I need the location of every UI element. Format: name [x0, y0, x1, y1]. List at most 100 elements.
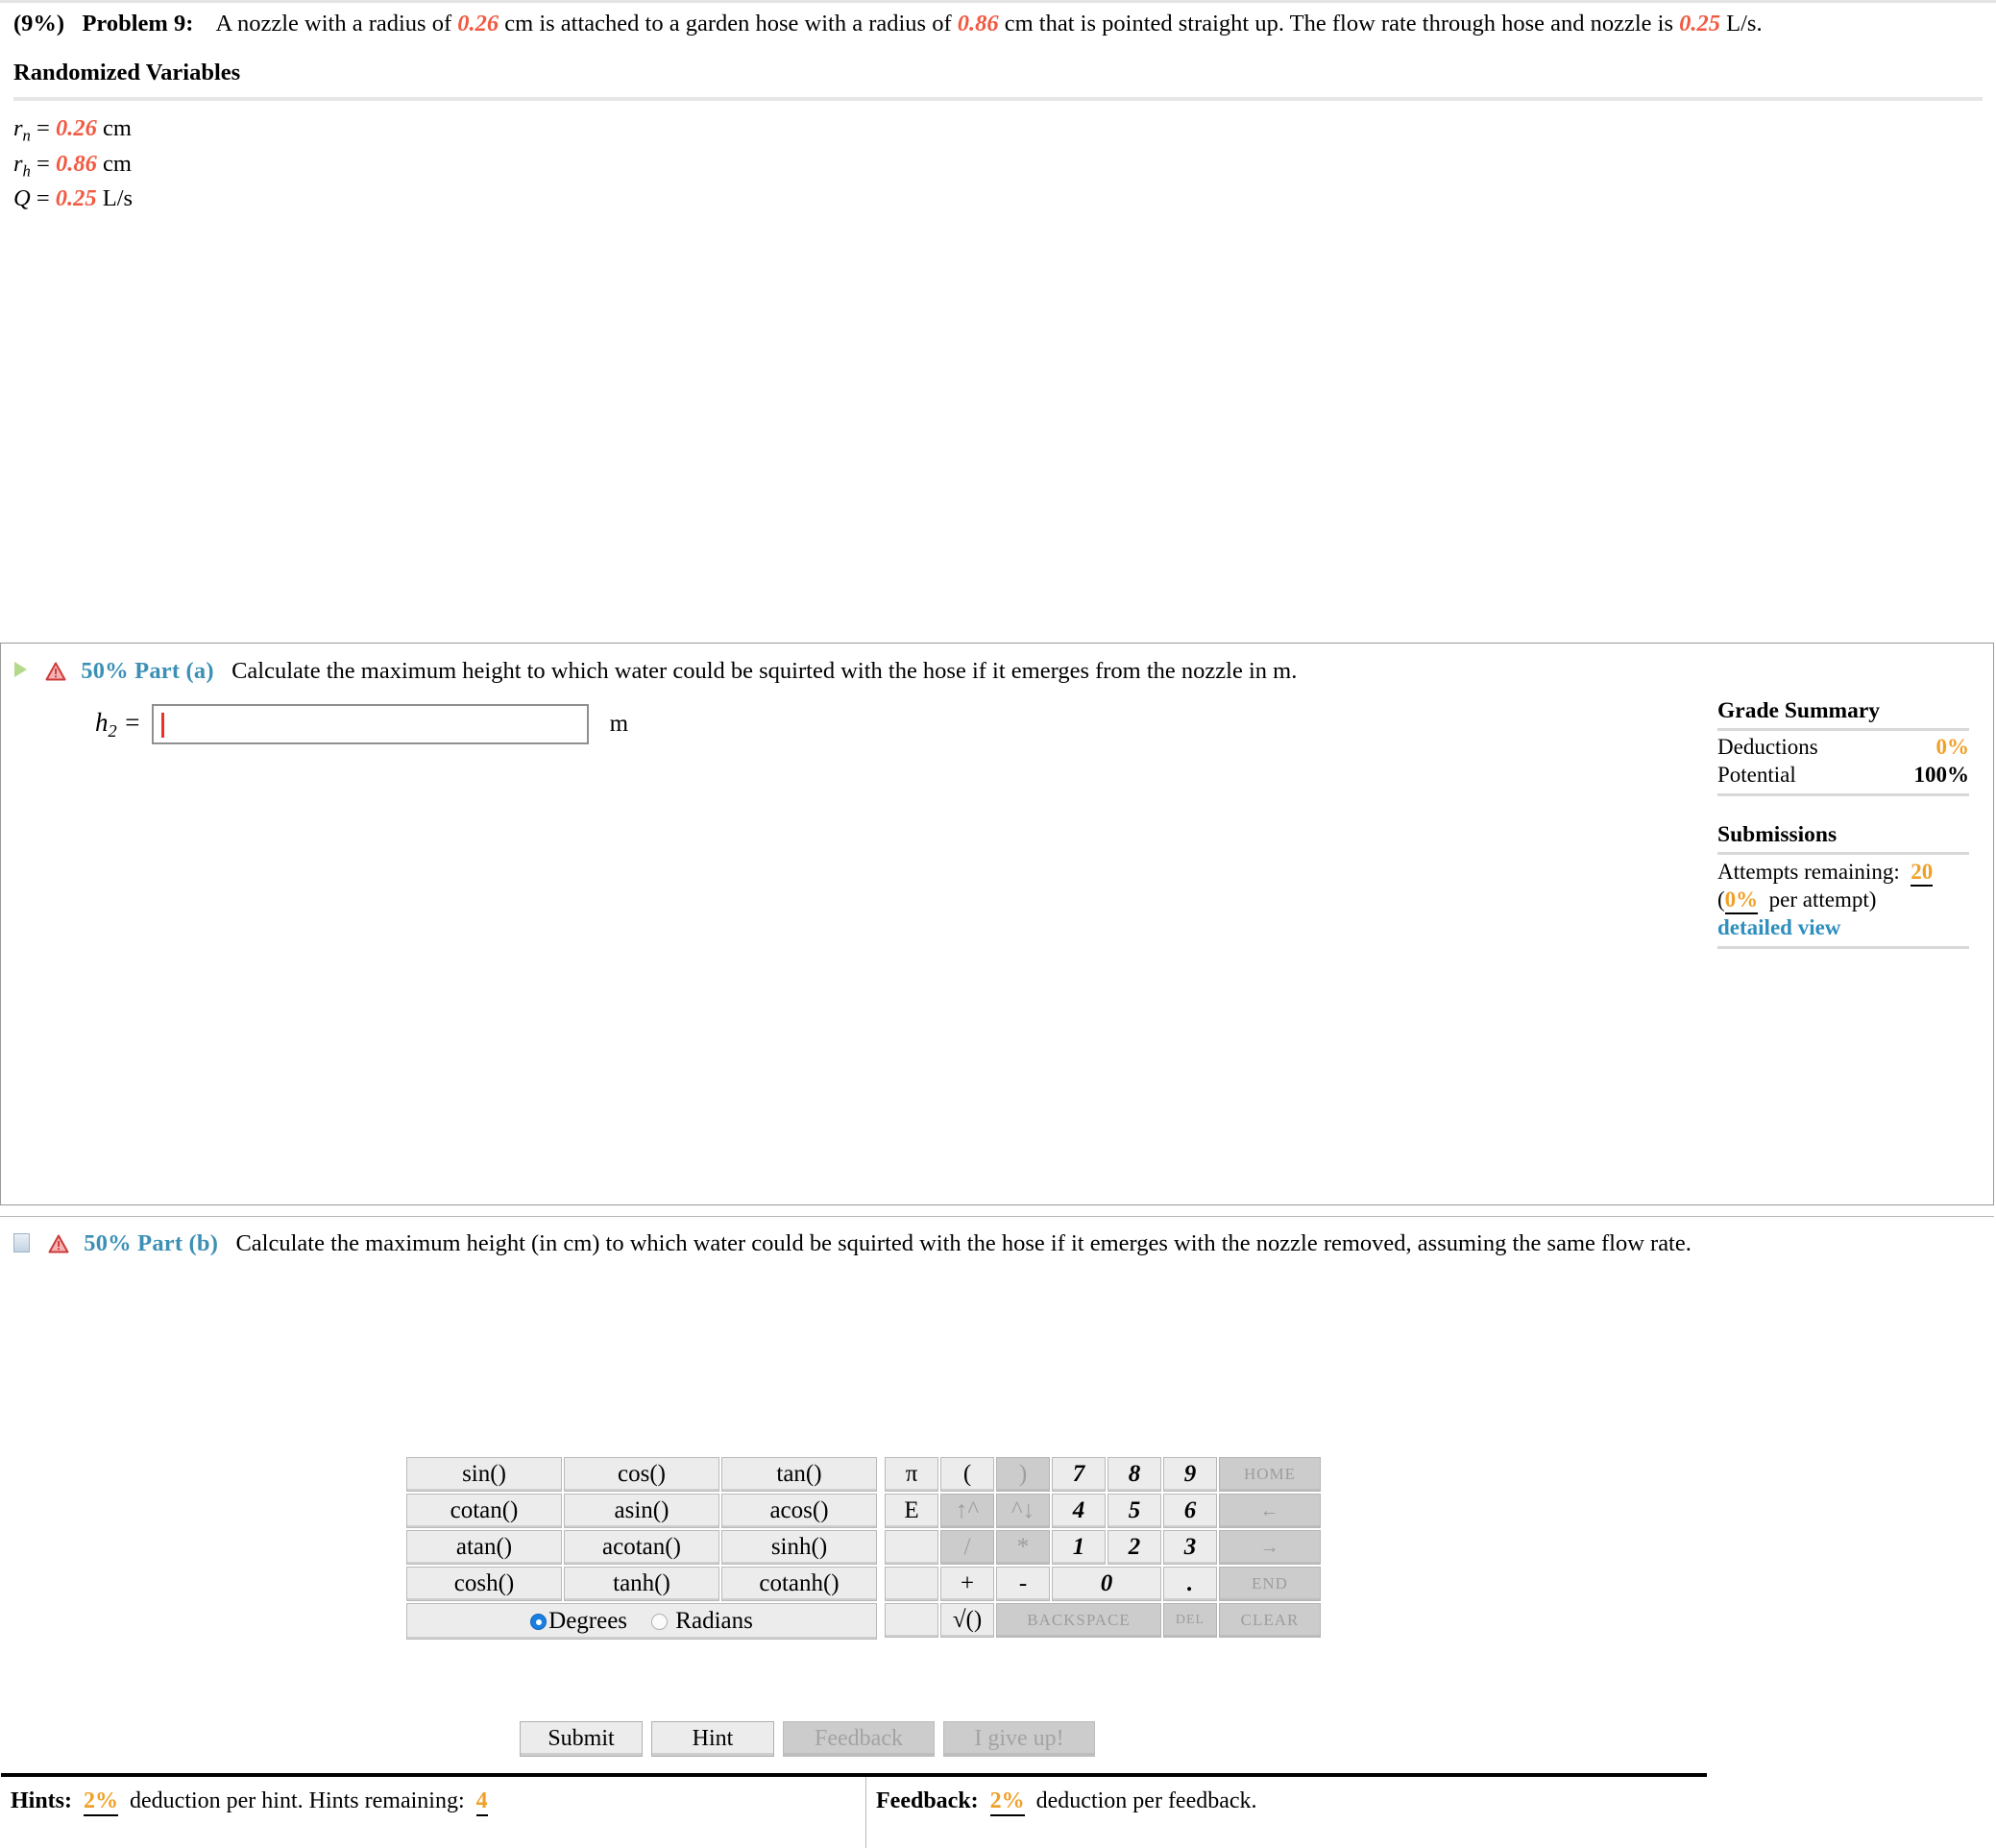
per-attempt-value: 0% — [1724, 887, 1759, 914]
detailed-view-row: detailed view — [1717, 913, 1969, 941]
give-up-button: I give up! — [943, 1721, 1095, 1757]
calc-key-2[interactable]: 2 — [1108, 1530, 1161, 1565]
calc-key-divide: / — [940, 1530, 994, 1565]
detailed-view-link[interactable]: detailed view — [1717, 915, 1840, 939]
part-a-prompt: Calculate the maximum height to which wa… — [231, 658, 1298, 684]
calc-key-arrow-left: ← — [1219, 1494, 1321, 1528]
deductions-value: 0% — [1935, 735, 1970, 759]
table-row: + - 0 . END — [885, 1567, 1321, 1601]
radians-radio-option[interactable]: Radians — [651, 1608, 753, 1634]
calc-key-3[interactable]: 3 — [1163, 1530, 1217, 1565]
divider — [1717, 945, 1969, 949]
calc-key-0[interactable]: 0 — [1052, 1567, 1161, 1601]
problem-text-3: cm that is pointed straight up. The flow… — [1004, 11, 1674, 36]
variable-unit: cm — [102, 150, 132, 177]
problem-value-flow-rate: 0.25 — [1679, 11, 1721, 36]
per-attempt-suffix: per attempt) — [1768, 887, 1877, 912]
angle-mode-row: Degrees Radians — [406, 1603, 877, 1640]
degrees-radio-option[interactable]: Degrees — [530, 1608, 627, 1634]
calc-key-cosh[interactable]: cosh() — [406, 1567, 562, 1601]
text-caret — [160, 713, 164, 739]
calc-key-1[interactable]: 1 — [1052, 1530, 1106, 1565]
variable-row: rh = 0.86 cm — [13, 148, 1983, 182]
calc-key-decimal-point[interactable]: . — [1163, 1567, 1217, 1601]
submissions-title: Submissions — [1717, 821, 1838, 847]
table-row: Degrees Radians — [406, 1603, 877, 1640]
calc-key-backspace: BACKSPACE — [996, 1603, 1161, 1638]
calc-key-pi[interactable]: π — [885, 1457, 938, 1492]
table-row: √() BACKSPACE DEL CLEAR — [885, 1603, 1321, 1638]
variable-equals: = — [36, 184, 50, 211]
hints-label: Hints: — [11, 1788, 73, 1813]
calc-key-8[interactable]: 8 — [1108, 1457, 1161, 1492]
calc-key-acos[interactable]: acos() — [721, 1494, 877, 1528]
calc-key-minus[interactable]: - — [996, 1567, 1050, 1601]
attempts-remaining-label: Attempts remaining: — [1717, 859, 1900, 884]
radians-label: Radians — [675, 1608, 753, 1634]
table-row: sin() cos() tan() — [406, 1457, 877, 1492]
calc-key-tanh[interactable]: tanh() — [564, 1567, 719, 1601]
part-b-header[interactable]: 50% Part (b) Calculate the maximum heigh… — [0, 1216, 1994, 1259]
calc-key-cos[interactable]: cos() — [564, 1457, 719, 1492]
problem-label: Problem 9: — [82, 11, 194, 36]
feedback-cell: Feedback: 2% deduction per feedback. — [866, 1777, 1707, 1848]
calc-key-cotan[interactable]: cotan() — [406, 1494, 562, 1528]
hint-button[interactable]: Hint — [651, 1721, 774, 1757]
calc-key-6[interactable]: 6 — [1163, 1494, 1217, 1528]
variable-equals: = — [37, 150, 50, 177]
hints-remaining-value: 4 — [475, 1788, 488, 1816]
calc-key-sqrt[interactable]: √() — [940, 1603, 994, 1638]
problem-text-1: A nozzle with a radius of — [215, 11, 452, 36]
answer-variable-label: h2 = — [95, 707, 141, 741]
feedback-label: Feedback: — [876, 1788, 979, 1813]
calc-key-home: HOME — [1219, 1457, 1321, 1492]
part-a-action-buttons: Submit Hint Feedback I give up! — [520, 1721, 1095, 1757]
calc-key-cotanh[interactable]: cotanh() — [721, 1567, 877, 1601]
problem-text-4: L/s. — [1726, 11, 1763, 36]
hints-feedback-bar: Hints: 2% deduction per hint. Hints rema… — [1, 1773, 1707, 1848]
calc-key-sin[interactable]: sin() — [406, 1457, 562, 1492]
attempts-remaining-value: 20 — [1911, 859, 1934, 887]
problem-percent: (9%) — [13, 11, 65, 36]
radio-selected-icon[interactable] — [530, 1614, 548, 1630]
submit-button[interactable]: Submit — [520, 1721, 643, 1757]
table-row: cosh() tanh() cotanh() — [406, 1567, 877, 1601]
deductions-label: Deductions — [1717, 735, 1818, 759]
calc-key-sinh[interactable]: sinh() — [721, 1530, 877, 1565]
calc-key-5[interactable]: 5 — [1108, 1494, 1161, 1528]
feedback-text: deduction per feedback. — [1035, 1788, 1257, 1813]
calc-key-plus[interactable]: + — [940, 1567, 994, 1601]
answer-input[interactable] — [151, 704, 589, 745]
variable-value: 0.25 — [55, 184, 97, 211]
variable-row: Q = 0.25 L/s — [13, 182, 1983, 215]
table-row: π ( ) 7 8 9 HOME — [885, 1457, 1321, 1492]
calc-key-atan[interactable]: atan() — [406, 1530, 562, 1565]
degrees-label: Degrees — [548, 1608, 628, 1634]
table-row: cotan() asin() acos() — [406, 1494, 877, 1528]
grade-summary-sidebar: Grade Summary Deductions 0% Potential 10… — [1717, 698, 1969, 949]
play-triangle-icon[interactable] — [14, 662, 27, 677]
calc-key-multiply: * — [996, 1530, 1050, 1565]
table-row: atan() acotan() sinh() — [406, 1530, 877, 1565]
problem-statement: (9%) Problem 9: A nozzle with a radius o… — [0, 3, 1996, 38]
part-a-panel: 50% Part (a) Calculate the maximum heigh… — [0, 643, 1994, 1848]
calc-key-9[interactable]: 9 — [1163, 1457, 1217, 1492]
part-a-answer-row: h2 = m — [1, 704, 1993, 745]
calc-key-open-paren[interactable]: ( — [940, 1457, 994, 1492]
calc-key-4[interactable]: 4 — [1052, 1494, 1106, 1528]
variable-row: rn = 0.26 cm — [13, 112, 1983, 147]
randomized-variables-title: Randomized Variables — [13, 60, 241, 86]
variable-subscript: n — [22, 126, 31, 145]
part-a-header[interactable]: 50% Part (a) Calculate the maximum heigh… — [1, 644, 1993, 685]
calc-key-tan[interactable]: tan() — [721, 1457, 877, 1492]
collapsed-square-icon[interactable] — [13, 1233, 30, 1252]
grade-summary-title: Grade Summary — [1717, 698, 1881, 723]
calc-key-asin[interactable]: asin() — [564, 1494, 719, 1528]
calc-key-e[interactable]: E — [885, 1494, 938, 1528]
randomized-variables-list: rn = 0.26 cm rh = 0.86 cm Q = 0.25 L/s — [0, 101, 1996, 214]
variable-unit: L/s — [102, 184, 134, 211]
calc-key-7[interactable]: 7 — [1052, 1457, 1106, 1492]
calc-key-acotan[interactable]: acotan() — [564, 1530, 719, 1565]
variable-symbol: Q — [13, 184, 31, 211]
radio-unselected-icon[interactable] — [651, 1614, 669, 1630]
